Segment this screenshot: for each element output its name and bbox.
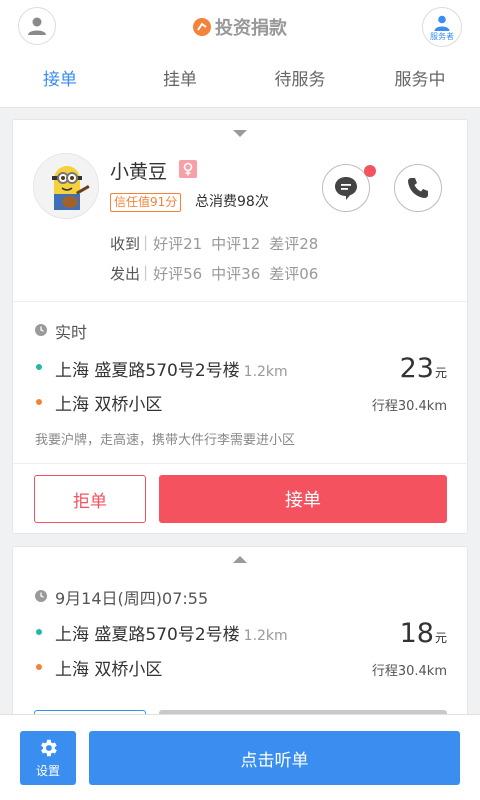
origin-place: 上海 盛夏路570号2号楼 [55,625,240,645]
order-price: 23元 [400,353,447,384]
service-user-icon [434,15,450,31]
collapse-arrow-icon[interactable] [233,130,247,137]
origin-dot-icon [36,364,42,370]
settings-button[interactable]: 设置 [20,731,76,785]
service-provider-button[interactable]: 服务者 [422,7,462,47]
female-icon [179,160,197,178]
sent-mid: 中评36 [211,265,261,283]
separator: | [143,263,149,281]
received-mid: 中评12 [211,235,261,253]
origin-place: 上海 盛夏路570号2号楼 [55,361,240,381]
listen-orders-button[interactable]: 点击听单 [89,731,460,785]
separator: | [143,233,149,251]
clock-icon [35,324,47,336]
tab-pending-order[interactable]: 挂单 [120,62,240,98]
tab-bar: 接单 挂单 待服务 服务中 [0,62,480,98]
sent-reviews: 发出 | 好评56 中评36 差评06 [110,263,318,284]
service-provider-label: 服务者 [430,31,454,41]
divider [13,301,469,302]
app-header: 投资捐款 服务者 接单 挂单 待服务 服务中 [0,0,480,108]
sent-good: 好评56 [153,265,203,283]
received-good: 好评21 [153,235,203,253]
bottom-bar: 设置 点击听单 [0,714,480,800]
brand-name: 投资捐款 [215,18,287,39]
price-value: 23 [399,353,434,384]
brand-title: 投资捐款 [0,14,480,40]
received-label: 收到 [110,235,141,253]
minion-avatar-icon [34,154,98,218]
tab-awaiting-service[interactable]: 待服务 [240,62,360,98]
unread-dot [364,165,376,177]
origin-dot-icon [36,629,42,635]
sent-bad: 差评06 [269,265,319,283]
order-card: 小黄豆 信任值91分 总消费98次 收到 | 好评21 中评12 差评28 发出… [12,119,469,534]
received-bad: 差评28 [269,235,319,253]
origin-distance: 1.2km [243,364,288,380]
tab-in-service[interactable]: 服务中 [360,62,480,98]
destination-address: 上海 双桥小区 [55,660,163,680]
sent-label: 发出 [110,265,141,283]
total-consumption: 总消费98次 [195,194,269,210]
clock-icon [35,590,47,602]
received-reviews: 收到 | 好评21 中评12 差评28 [110,233,318,254]
price-unit: 元 [434,631,447,645]
reject-button[interactable]: 拒单 [34,475,146,523]
destination-dot-icon [36,664,42,670]
customer-name: 小黄豆 [110,161,168,183]
order-note: 我要沪牌，走高速，携带大件行李需要进小区 [35,433,296,448]
trip-distance: 行程30.4km [371,399,447,414]
order-time: 9月14日(周四)07:55 [55,589,209,608]
destination-dot-icon [36,399,42,405]
settings-label: 设置 [35,764,60,778]
chat-bubble-icon [335,177,357,200]
tab-accept-order[interactable]: 接单 [0,62,120,98]
trust-score-badge: 信任值91分 [110,193,182,212]
call-button[interactable] [394,164,442,212]
brand-logo-icon [193,18,211,36]
origin-address: 上海 盛夏路570号2号楼 1.2km [55,620,288,645]
expand-arrow-icon[interactable] [233,556,247,563]
origin-address: 上海 盛夏路570号2号楼 1.2km [55,356,288,381]
phone-icon [408,178,428,198]
price-value: 18 [399,618,434,649]
price-unit: 元 [434,366,447,380]
trip-distance: 行程30.4km [371,664,447,679]
destination-address: 上海 双桥小区 [55,395,163,415]
order-price: 18元 [400,618,447,649]
message-button[interactable] [322,164,370,212]
accept-button[interactable]: 接单 [159,475,447,523]
order-time: 实时 [55,323,88,342]
gear-icon [41,739,57,757]
origin-distance: 1.2km [243,628,288,644]
customer-avatar [33,153,99,219]
divider [13,463,469,464]
